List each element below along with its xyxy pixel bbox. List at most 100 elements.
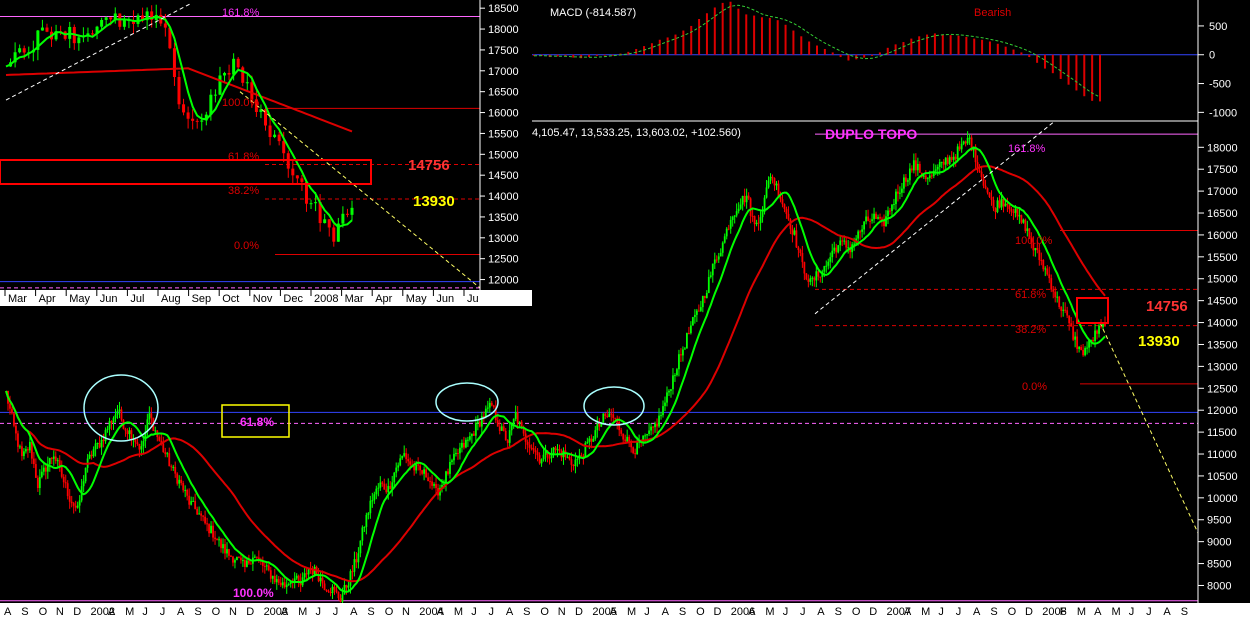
candle-body xyxy=(1086,347,1088,349)
candle-body xyxy=(72,503,75,506)
candle-body xyxy=(1060,307,1063,311)
inset-candle-body xyxy=(309,203,313,205)
main-x-tick-label: A xyxy=(1094,606,1102,618)
candle-body xyxy=(998,200,1001,208)
main-x-tick-label: O xyxy=(212,606,221,618)
candle-body xyxy=(433,484,435,486)
candle-body xyxy=(827,261,830,266)
candle-body xyxy=(958,146,961,150)
macd-bar xyxy=(847,54,850,61)
candle-body xyxy=(737,208,740,212)
candle-body xyxy=(17,433,19,447)
candle-body xyxy=(767,180,770,188)
candle-body xyxy=(586,441,589,443)
main-x-tick-label: D xyxy=(575,606,583,618)
candle-body xyxy=(534,450,537,453)
main-x-tick-label: A xyxy=(506,606,514,618)
main-x-tick-label: F xyxy=(1060,606,1067,618)
candle-body xyxy=(674,375,676,377)
candle-body xyxy=(869,220,871,222)
inset-x-tick-label: Apr xyxy=(39,293,56,305)
inset-candle-body xyxy=(109,17,113,20)
main-x-tick-label: J xyxy=(315,606,321,618)
candle-body xyxy=(359,540,362,554)
candle-body xyxy=(686,333,688,349)
macd-bar xyxy=(690,25,693,55)
main-x-tick-label: N xyxy=(56,606,64,618)
candle-body xyxy=(906,180,909,182)
candle-body xyxy=(950,157,953,160)
candle-body xyxy=(727,228,730,230)
candle-body xyxy=(281,582,284,586)
candle-body xyxy=(182,482,185,491)
candle-body xyxy=(924,175,927,180)
macd-bar xyxy=(1028,54,1031,58)
inset-candle-body xyxy=(200,120,204,122)
macd-bar xyxy=(603,54,606,56)
candle-body xyxy=(620,430,623,434)
inset-candle-body xyxy=(223,73,227,76)
candle-body xyxy=(48,457,51,465)
candle-body xyxy=(713,259,716,264)
inset-y-tick-label: 17000 xyxy=(488,66,519,78)
candle-body xyxy=(934,169,937,171)
candle-body xyxy=(176,473,179,484)
candle-body xyxy=(341,594,344,602)
candle-body xyxy=(74,505,77,508)
macd-bar xyxy=(1067,54,1070,85)
candle-body xyxy=(361,527,364,541)
candle-body xyxy=(757,222,760,224)
candle-body xyxy=(449,461,451,474)
candle-body xyxy=(829,257,832,262)
candle-body xyxy=(419,465,422,471)
candle-body xyxy=(705,292,708,299)
macd-bar xyxy=(784,24,787,55)
main-x-tick-label: D xyxy=(246,606,254,618)
candle-body xyxy=(478,421,481,427)
inset-candle-body xyxy=(291,168,295,176)
candle-body xyxy=(885,216,887,227)
candle-body xyxy=(492,405,495,407)
candle-body xyxy=(731,216,734,220)
main-y-tick-label: 17500 xyxy=(1207,164,1238,176)
candle-body xyxy=(837,245,840,253)
candle-body xyxy=(568,456,571,460)
candle-body xyxy=(162,443,165,453)
candle-body xyxy=(50,457,53,459)
candle-body xyxy=(110,421,113,423)
candle-body xyxy=(1024,219,1027,232)
candle-body xyxy=(532,448,535,451)
inset-candle-body xyxy=(268,125,272,138)
candle-body xyxy=(980,171,983,178)
candle-body xyxy=(684,348,686,350)
candle-body xyxy=(461,442,463,448)
candle-body xyxy=(40,471,43,478)
candle-body xyxy=(815,271,818,281)
main-x-tick-label: S xyxy=(1181,606,1188,618)
macd-bar xyxy=(650,43,653,55)
inset-candle-body xyxy=(77,37,81,44)
candle-body xyxy=(928,175,931,179)
main-x-tick-label: D xyxy=(73,606,81,618)
inset-x-tick-label: Mar xyxy=(8,293,27,305)
candle-body xyxy=(747,195,750,199)
candle-body xyxy=(1040,260,1043,262)
candle-body xyxy=(303,573,306,578)
candle-body xyxy=(899,192,901,194)
candle-body xyxy=(845,240,848,248)
candle-body xyxy=(530,447,533,449)
candle-body xyxy=(817,271,820,277)
candle-body xyxy=(753,216,756,225)
candle-body xyxy=(948,157,951,164)
candle-body xyxy=(809,278,812,282)
candle-body xyxy=(395,467,398,473)
candle-body xyxy=(130,430,133,440)
candle-body xyxy=(345,585,348,588)
candle-body xyxy=(377,487,380,489)
candle-body xyxy=(787,213,790,220)
candle-body xyxy=(1034,248,1037,251)
candle-body xyxy=(293,578,296,582)
candle-body xyxy=(82,481,85,487)
candle-body xyxy=(875,213,877,219)
macd-bar xyxy=(839,54,842,58)
